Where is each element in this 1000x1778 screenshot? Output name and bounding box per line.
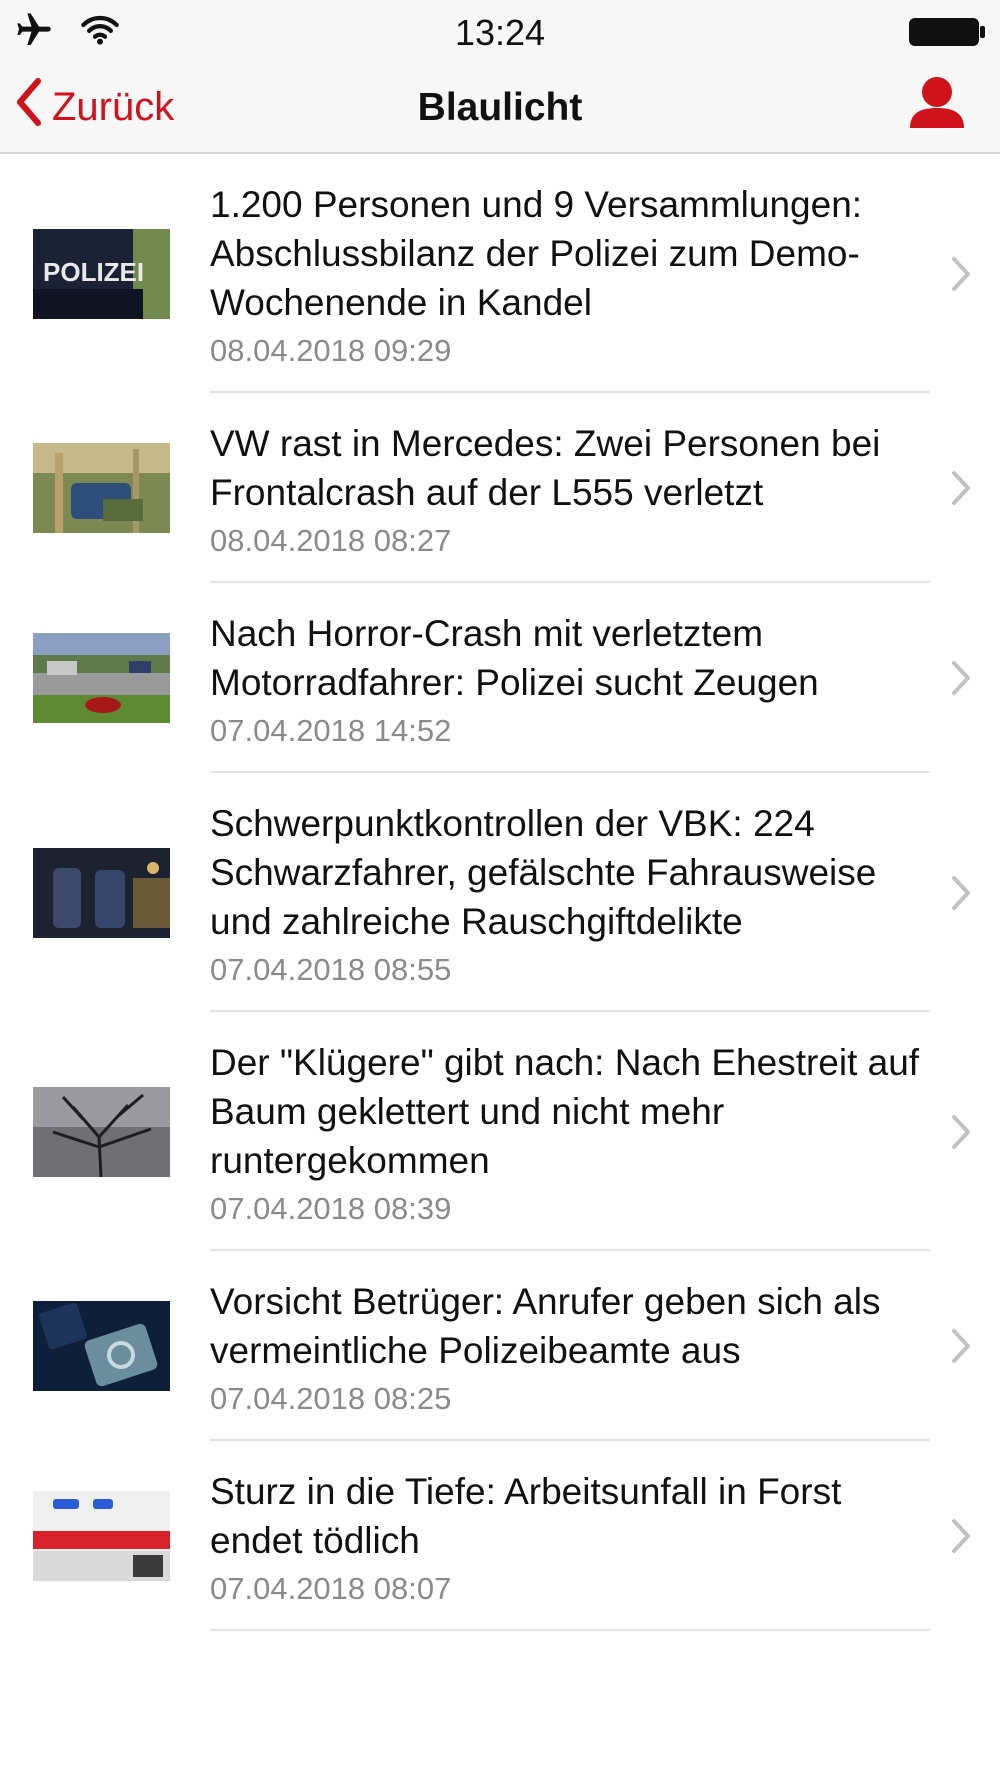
article-headline: Nach Horror-Crash mit verletztem Motorra… [210, 613, 819, 703]
article-date: 07.04.2018 08:25 [210, 1381, 452, 1416]
article-thumbnail [33, 1491, 170, 1581]
status-time: 13:24 [454, 12, 546, 53]
battery-icon [908, 16, 986, 48]
list-item[interactable]: POLIZEI 1.200 Personen und 9 Versammlung… [0, 154, 1000, 393]
article-date: 07.04.2018 08:39 [210, 1191, 452, 1226]
navigation-bar: Zurück Blaulicht [0, 66, 1000, 154]
article-date: 07.04.2018 08:07 [210, 1571, 452, 1606]
list-item[interactable]: VW rast in Mercedes: Zwei Personen bei F… [0, 393, 1000, 583]
article-thumbnail: POLIZEI [33, 228, 170, 319]
list-item[interactable]: Der "Klügere" gibt nach: Nach Ehestreit … [0, 1012, 1000, 1251]
article-headline: 1.200 Personen und 9 Versammlungen: Absc… [210, 184, 863, 323]
chevron-right-icon [950, 1327, 972, 1365]
article-thumbnail [33, 443, 170, 533]
article-date: 07.04.2018 14:52 [210, 713, 452, 748]
article-headline: Sturz in die Tiefe: Arbeitsunfall in For… [210, 1471, 842, 1561]
chevron-right-icon [950, 255, 972, 293]
chevron-right-icon [950, 469, 972, 507]
list-item[interactable]: Schwerpunktkontrollen der VBK: 224 Schwa… [0, 773, 1000, 1012]
chevron-right-icon [950, 1113, 972, 1151]
article-headline: Vorsicht Betrüger: Anrufer geben sich al… [210, 1281, 881, 1371]
article-thumbnail [33, 633, 170, 723]
profile-button[interactable] [904, 72, 970, 138]
page-title: Blaulicht [417, 86, 583, 129]
article-date: 07.04.2018 08:55 [210, 952, 452, 987]
list-item[interactable]: Nach Horror-Crash mit verletztem Motorra… [0, 583, 1000, 773]
article-thumbnail [33, 1301, 170, 1391]
chevron-right-icon [950, 874, 972, 912]
chevron-right-icon [950, 659, 972, 697]
status-bar: 13:24 [0, 0, 1000, 66]
article-headline: VW rast in Mercedes: Zwei Personen bei F… [210, 423, 881, 513]
user-icon [904, 77, 970, 142]
article-thumbnail [33, 847, 170, 938]
article-headline: Der "Klügere" gibt nach: Nach Ehestreit … [210, 1042, 920, 1181]
article-thumbnail [33, 1086, 170, 1177]
list-item[interactable]: Vorsicht Betrüger: Anrufer geben sich al… [0, 1251, 1000, 1441]
article-date: 08.04.2018 08:27 [210, 523, 452, 558]
article-date: 08.04.2018 09:29 [210, 333, 452, 368]
article-headline: Schwerpunktkontrollen der VBK: 224 Schwa… [210, 803, 877, 942]
thumbnail-text: POLIZEI [43, 257, 144, 287]
article-list: POLIZEI 1.200 Personen und 9 Versammlung… [0, 154, 1000, 1631]
chevron-right-icon [950, 1517, 972, 1555]
list-item[interactable]: Sturz in die Tiefe: Arbeitsunfall in For… [0, 1441, 1000, 1631]
